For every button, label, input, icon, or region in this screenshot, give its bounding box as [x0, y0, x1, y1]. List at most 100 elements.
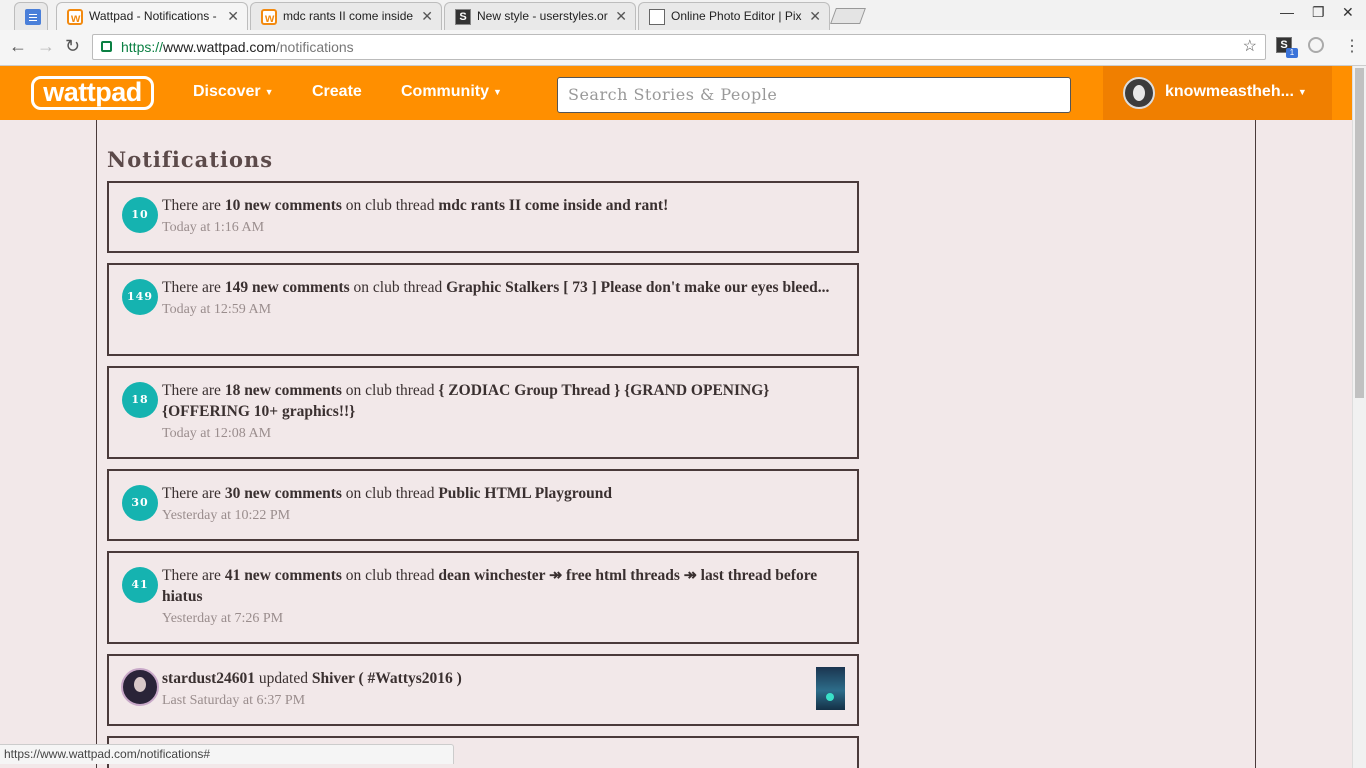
- new-tab-button[interactable]: [830, 8, 866, 24]
- tab-docs[interactable]: [14, 2, 48, 30]
- forward-arrow-icon[interactable]: →: [37, 36, 55, 57]
- notification-item[interactable]: 10 There are 10 new comments on club thr…: [107, 181, 859, 253]
- browser-toolbar: ← → ↻ https://www.wattpad.com/notificati…: [0, 30, 1366, 66]
- comment-count: 30 new comments: [224, 485, 342, 502]
- nav-discover-label: Discover: [193, 83, 261, 100]
- text-prefix: There are: [162, 279, 225, 296]
- notification-item[interactable]: 30 There are 30 new comments on club thr…: [107, 469, 859, 541]
- notification-text: stardust24601 updated Shiver ( #Wattys20…: [162, 668, 842, 711]
- status-bar: https://www.wattpad.com/notifications#: [0, 744, 454, 764]
- comment-count: 149 new comments: [224, 279, 350, 296]
- count-badge: 10: [122, 197, 158, 233]
- text-middle: on club thread: [341, 485, 439, 502]
- story-update-item[interactable]: stardust24601 updated Shiver ( #Wattys20…: [107, 654, 859, 726]
- timestamp: Yesterday at 10:22 PM: [162, 508, 291, 523]
- url-scheme: https://: [121, 39, 164, 55]
- close-tab-icon[interactable]: ✕: [809, 3, 821, 29]
- tab-title: Wattpad - Notifications -: [89, 9, 217, 23]
- tab-mdc-rants[interactable]: mdc rants II come inside ✕: [250, 2, 442, 30]
- browser-tab-strip: Wattpad - Notifications - ✕ mdc rants II…: [0, 0, 1366, 30]
- username-link[interactable]: stardust24601: [162, 670, 255, 687]
- text-prefix: There are: [162, 197, 225, 214]
- nav-create-label: Create: [312, 83, 362, 100]
- tab-userstyles[interactable]: S New style - userstyles.or ✕: [444, 2, 636, 30]
- close-tab-icon[interactable]: ✕: [615, 3, 627, 29]
- avatar: [1123, 77, 1155, 109]
- thread-title-link[interactable]: mdc rants II come inside and rant!: [438, 197, 668, 214]
- text-prefix: There are: [162, 382, 225, 399]
- text-middle: on club thread: [341, 382, 439, 399]
- story-cover-image[interactable]: [816, 667, 845, 710]
- tab-title: New style - userstyles.or: [477, 9, 608, 23]
- thread-title-link[interactable]: Graphic Stalkers [ 73 ] Please don't mak…: [446, 279, 829, 296]
- caret-down-icon: ▼: [1297, 86, 1307, 97]
- bookmark-star-icon[interactable]: ☆: [1243, 35, 1257, 59]
- notification-item[interactable]: 18 There are 18 new comments on club thr…: [107, 366, 859, 459]
- timestamp: Today at 12:08 AM: [162, 426, 272, 441]
- minimize-icon[interactable]: —: [1280, 4, 1294, 20]
- extension-badge: 1: [1286, 48, 1298, 58]
- search-input[interactable]: Search Stories & People: [557, 77, 1071, 113]
- timestamp: Today at 12:59 AM: [162, 302, 272, 317]
- text-middle: on club thread: [341, 567, 439, 584]
- restore-icon[interactable]: ❐: [1312, 4, 1325, 21]
- username-label: knowmeastheh...: [1165, 83, 1294, 100]
- comment-count: 41 new comments: [224, 567, 342, 584]
- close-window-icon[interactable]: ✕: [1342, 4, 1354, 21]
- browser-menu-icon[interactable]: ⋮: [1344, 36, 1360, 56]
- notification-text: There are 18 new comments on club thread…: [162, 380, 842, 444]
- text-prefix: There are: [162, 485, 225, 502]
- comment-count: 18 new comments: [224, 382, 342, 399]
- docs-icon: [25, 9, 41, 25]
- notification-text: There are 41 new comments on club thread…: [162, 565, 842, 629]
- timestamp: Last Saturday at 6:37 PM: [162, 693, 306, 708]
- close-tab-icon[interactable]: ✕: [421, 3, 433, 29]
- notification-item[interactable]: 41 There are 41 new comments on club thr…: [107, 551, 859, 644]
- timestamp: Today at 1:16 AM: [162, 220, 265, 235]
- text-middle: on club thread: [349, 279, 447, 296]
- caret-down-icon: ▼: [264, 86, 274, 97]
- count-badge: 18: [122, 382, 158, 418]
- text-middle: updated: [255, 670, 312, 687]
- notification-text: There are 30 new comments on club thread…: [162, 483, 842, 526]
- tab-title: Online Photo Editor | Pix: [671, 9, 802, 23]
- scrollbar-thumb[interactable]: [1355, 68, 1364, 398]
- document-icon: [649, 9, 665, 25]
- tab-title: mdc rants II come inside: [283, 9, 414, 23]
- text-middle: on club thread: [341, 197, 439, 214]
- reload-icon[interactable]: ↻: [65, 36, 80, 57]
- nav-community-label: Community: [401, 83, 489, 100]
- thread-title-link[interactable]: Public HTML Playground: [438, 485, 612, 502]
- comment-count: 10 new comments: [224, 197, 342, 214]
- username: knowmeastheh... ▼: [1165, 83, 1307, 101]
- avatar[interactable]: [121, 668, 159, 706]
- wattpad-icon: [67, 5, 83, 30]
- page-scrollbar[interactable]: [1352, 66, 1366, 768]
- url-host: www.wattpad.com: [163, 39, 276, 55]
- tab-photo-editor[interactable]: Online Photo Editor | Pix ✕: [638, 2, 830, 30]
- site-header: wattpad Discover ▼ Create Community ▼ Sear…: [0, 66, 1352, 120]
- nav-discover[interactable]: Discover ▼: [193, 83, 274, 101]
- story-title-link[interactable]: Shiver ( #Wattys2016 ): [312, 670, 462, 687]
- count-badge: 149: [122, 279, 158, 315]
- notification-item[interactable]: 149 There are 149 new comments on club t…: [107, 263, 859, 356]
- notification-text: There are 149 new comments on club threa…: [162, 277, 842, 320]
- wattpad-icon: [261, 5, 277, 30]
- user-menu[interactable]: knowmeastheh... ▼: [1103, 66, 1332, 120]
- address-bar[interactable]: https://www.wattpad.com/notifications ☆: [92, 34, 1266, 60]
- page-title: Notifications: [107, 147, 274, 172]
- text-prefix: There are: [162, 567, 225, 584]
- nav-community[interactable]: Community ▼: [401, 83, 502, 101]
- count-badge: 41: [122, 567, 158, 603]
- notification-text: There are 10 new comments on club thread…: [162, 195, 842, 238]
- nav-create[interactable]: Create: [312, 83, 362, 101]
- block-extension-icon[interactable]: [1308, 37, 1324, 53]
- tab-wattpad-notifications[interactable]: Wattpad - Notifications - ✕: [56, 2, 248, 30]
- back-arrow-icon[interactable]: ←: [9, 36, 27, 57]
- stylish-icon: S: [455, 9, 471, 25]
- close-tab-icon[interactable]: ✕: [227, 3, 239, 29]
- caret-down-icon: ▼: [493, 86, 502, 97]
- count-badge: 30: [122, 485, 158, 521]
- lock-icon: [101, 41, 112, 52]
- wattpad-logo[interactable]: wattpad: [31, 76, 154, 110]
